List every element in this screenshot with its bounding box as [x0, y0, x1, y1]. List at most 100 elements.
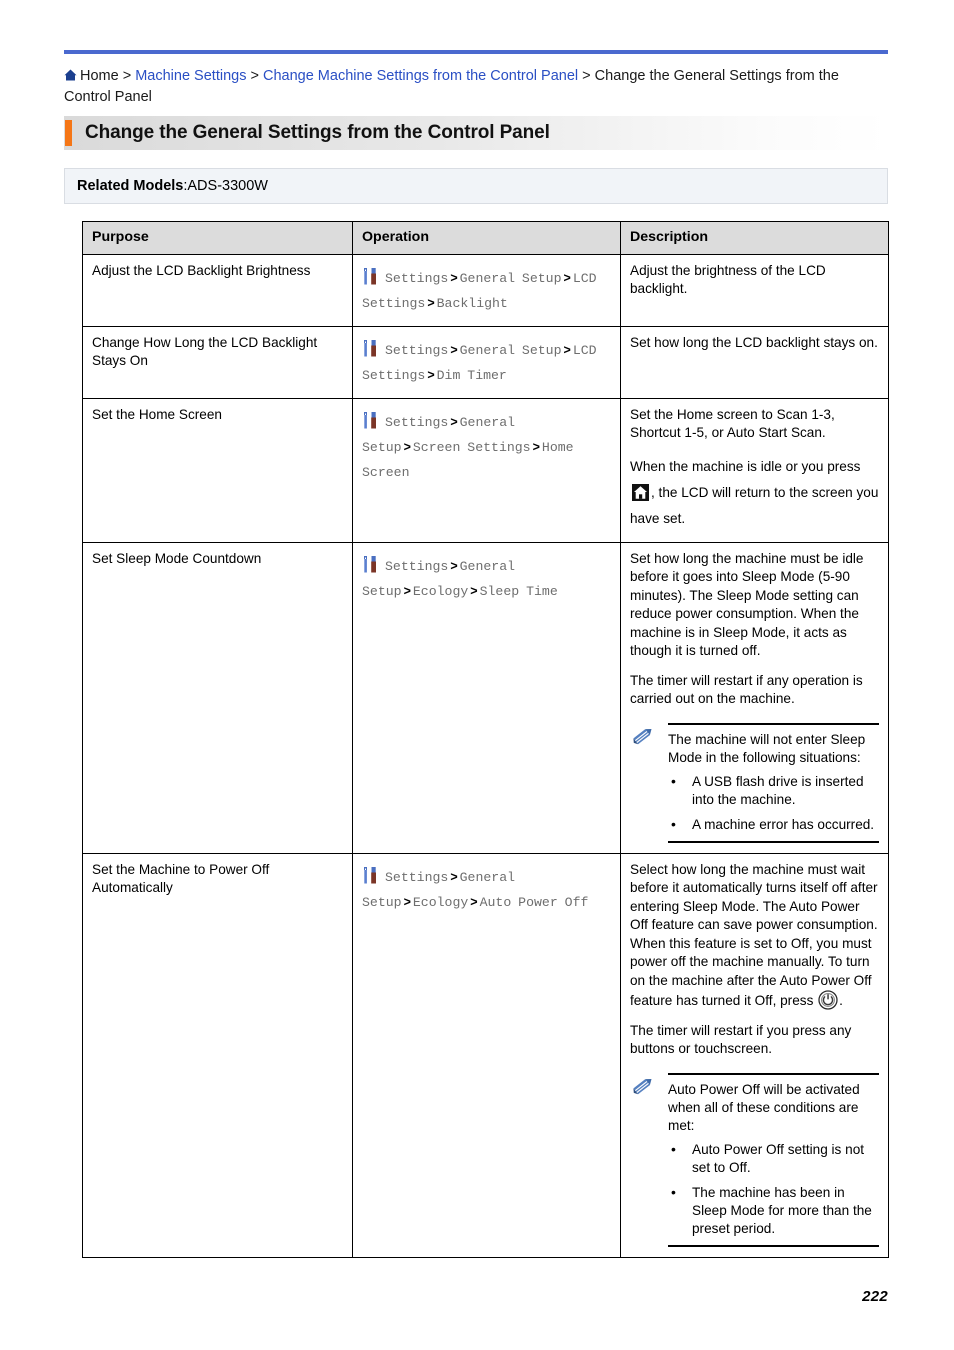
- operation-path: Settings > General Setup > LCD Settings > Back…: [362, 262, 611, 316]
- operation-path: Settings > General Setup > LCD Settings > Dim …: [362, 334, 611, 388]
- cell-purpose: Set the Machine to Power Off Automatical…: [82, 852, 353, 1258]
- breadcrumb-separator: >: [246, 68, 263, 84]
- column-header-operation: Operation: [352, 221, 621, 255]
- column-header-description: Description: [620, 221, 889, 255]
- settings-wrench-screwdriver-icon: [362, 411, 380, 429]
- home-icon: [64, 67, 77, 81]
- cell-purpose: Set the Home Screen: [82, 397, 353, 543]
- description-paragraph: The timer will restart if you press any …: [630, 1022, 852, 1057]
- path-separator: >: [450, 414, 458, 429]
- note-list: Auto Power Off setting is not set to Off…: [668, 1140, 879, 1238]
- page-title: Change the General Settings from the Con…: [85, 122, 550, 143]
- description-paragraph: Set the Home screen to Scan 1-3, Shortcu…: [630, 406, 835, 441]
- note-body: Auto Power Off will be activated when al…: [668, 1072, 879, 1247]
- note-list-item: Auto Power Off setting is not set to Off…: [668, 1140, 879, 1177]
- operation-segment: Settings: [385, 342, 449, 358]
- operation-path: Settings > General Setup > Ecology > Sleep Tim…: [362, 550, 611, 604]
- breadcrumb-separator: >: [578, 68, 595, 84]
- settings-wrench-screwdriver-icon: [362, 267, 380, 285]
- operation-segment: Settings: [385, 270, 449, 286]
- path-separator: >: [427, 367, 435, 382]
- description-text-after-icon: , the LCD will return to the screen you …: [630, 484, 879, 526]
- table-header-row: Purpose Operation Description: [82, 221, 889, 255]
- cell-purpose: Adjust the LCD Backlight Brightness: [82, 253, 353, 327]
- path-separator: >: [450, 558, 458, 573]
- operation-segment: Ecology: [412, 894, 469, 910]
- cell-description: Adjust the brightness of the LCD backlig…: [620, 253, 889, 327]
- note-intro: Auto Power Off will be activated when al…: [668, 1081, 860, 1133]
- cell-description: Set how long the machine must be idle be…: [620, 541, 889, 854]
- operation-segment: Backlight: [436, 295, 508, 311]
- path-separator: >: [563, 270, 571, 285]
- operation-path: Settings > General Setup > Screen Settings > H…: [362, 406, 611, 485]
- operation-segment: General Setup: [459, 270, 562, 286]
- table-row: Adjust the LCD Backlight Brightness Sett…: [82, 253, 889, 327]
- cell-operation: Settings > General Setup > LCD Settings > Dim …: [352, 325, 621, 399]
- path-separator: >: [450, 869, 458, 884]
- cell-description: Set the Home screen to Scan 1-3, Shortcu…: [620, 397, 889, 543]
- path-separator: >: [470, 583, 478, 598]
- settings-wrench-screwdriver-icon: [362, 339, 380, 357]
- operation-segment: Screen Settings: [412, 439, 531, 455]
- cell-purpose: Set Sleep Mode Countdown: [82, 541, 353, 854]
- operation-segment: Settings: [385, 869, 449, 885]
- note-block: Auto Power Off will be activated when al…: [630, 1072, 879, 1247]
- related-models-box: Related Models: ADS-3300W: [64, 168, 888, 204]
- related-models-label: Related Models: [77, 178, 184, 194]
- description-paragraph: The timer will restart if any operation …: [630, 672, 863, 707]
- cell-operation: Settings > General Setup > Screen Settings > H…: [352, 397, 621, 543]
- note-list-item: A USB flash drive is inserted into the m…: [668, 772, 879, 809]
- cell-description: Set how long the LCD backlight stays on.: [620, 325, 889, 399]
- note-list-item: The machine has been in Sleep Mode for m…: [668, 1183, 879, 1238]
- path-separator: >: [450, 270, 458, 285]
- related-models-value: ADS-3300W: [187, 178, 268, 194]
- operation-path: Settings > General Setup > Ecology > Auto Powe…: [362, 861, 611, 915]
- description-text-after-icon: .: [839, 993, 843, 1008]
- table-row: Change How Long the LCD Backlight Stays …: [82, 325, 889, 399]
- cell-operation: Settings > General Setup > Ecology > Auto Powe…: [352, 852, 621, 1258]
- operation-segment: Auto Power Off: [479, 894, 589, 910]
- table-row: Set Sleep Mode Countdown Settings > Genera…: [82, 541, 889, 854]
- cell-operation: Settings > General Setup > LCD Settings > Back…: [352, 253, 621, 327]
- note-block: The machine will not enter Sleep Mode in…: [630, 722, 879, 843]
- pencil-note-icon: [630, 725, 656, 747]
- path-separator: >: [403, 894, 411, 909]
- breadcrumb-item-machine-settings[interactable]: Machine Settings: [135, 68, 246, 84]
- operation-segment: Sleep Time: [479, 583, 558, 599]
- page-title-banner: Change the General Settings from the Con…: [64, 116, 888, 150]
- cell-purpose: Change How Long the LCD Backlight Stays …: [82, 325, 353, 399]
- path-separator: >: [427, 295, 435, 310]
- top-rule-divider: [64, 50, 888, 54]
- operation-segment: Ecology: [412, 583, 469, 599]
- page-number: 222: [862, 1288, 888, 1305]
- breadcrumb-item-home[interactable]: Home: [80, 68, 119, 84]
- table-row: Set the Machine to Power Off Automatical…: [82, 852, 889, 1258]
- description-paragraph: Set how long the machine must be idle be…: [630, 550, 864, 659]
- path-separator: >: [403, 439, 411, 454]
- breadcrumb-item-change-machine-settings[interactable]: Change Machine Settings from the Control…: [263, 68, 578, 84]
- path-separator: >: [470, 894, 478, 909]
- home-button-icon: [632, 483, 649, 501]
- power-button-icon: [818, 990, 838, 1010]
- description-text-before-icon: Select how long the machine must wait be…: [630, 861, 878, 1009]
- path-separator: >: [450, 342, 458, 357]
- settings-wrench-screwdriver-icon: [362, 866, 380, 884]
- description-text-before-icon: When the machine is idle or you press: [630, 458, 861, 474]
- cell-operation: Settings > General Setup > Ecology > Sleep Tim…: [352, 541, 621, 854]
- pencil-note-icon: [630, 1075, 656, 1097]
- table-row: Set the Home Screen Settings > General Set…: [82, 397, 889, 543]
- breadcrumb: Home > Machine Settings > Change Machine…: [64, 66, 888, 108]
- note-intro: The machine will not enter Sleep Mode in…: [668, 731, 866, 765]
- operation-segment: General Setup: [459, 342, 562, 358]
- note-list: A USB flash drive is inserted into the m…: [668, 772, 879, 834]
- note-body: The machine will not enter Sleep Mode in…: [668, 722, 879, 843]
- path-separator: >: [532, 439, 540, 454]
- settings-wrench-screwdriver-icon: [362, 555, 380, 573]
- cell-description: Select how long the machine must wait be…: [620, 852, 889, 1258]
- column-header-purpose: Purpose: [82, 221, 353, 255]
- note-list-item: A machine error has occurred.: [668, 815, 879, 834]
- description-paragraph-with-icon: When the machine is idle or you press , …: [630, 454, 879, 532]
- description-paragraph-with-icon: Select how long the machine must wait be…: [630, 861, 879, 1011]
- document-page: Home > Machine Settings > Change Machine…: [0, 0, 954, 1350]
- path-separator: >: [563, 342, 571, 357]
